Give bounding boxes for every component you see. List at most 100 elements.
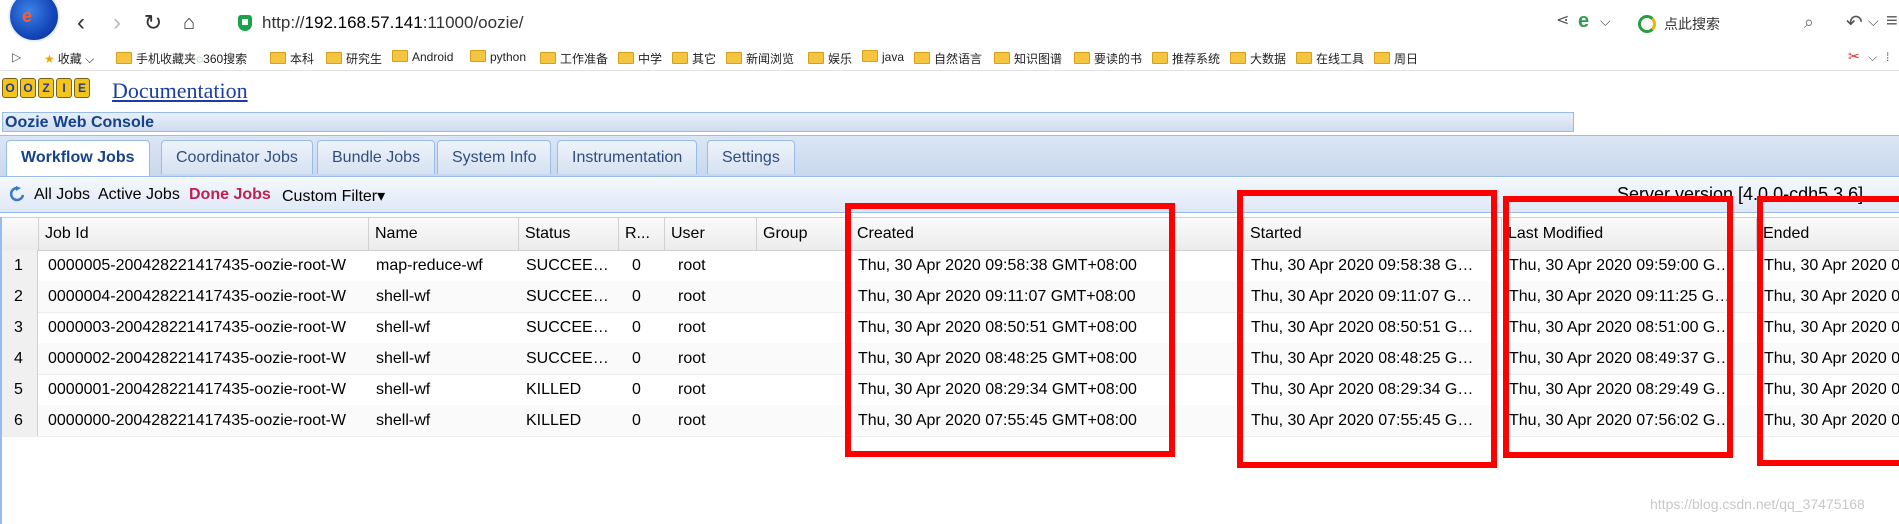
tab-coordinator-jobs[interactable]: Coordinator Jobs (161, 140, 313, 174)
cell-job-id: 0000005-200428221417435-oozie-root-W (48, 257, 346, 274)
cell-group (756, 312, 850, 343)
bookmark-item[interactable]: python (470, 50, 526, 64)
folder-icon (1152, 52, 1168, 64)
cell-group (756, 405, 850, 436)
search-engine-icon (1638, 15, 1656, 33)
documentation-link[interactable]: Documentation (112, 78, 248, 104)
bookmark-item[interactable]: 中学 (618, 50, 662, 67)
undo-dropdown-icon[interactable]: ⌵ (1868, 13, 1879, 30)
folder-icon (994, 52, 1010, 64)
grid-left-border (0, 217, 2, 524)
cell-group (756, 374, 850, 405)
undo-icon[interactable]: ↶ (1846, 10, 1863, 35)
cell-name: shell-wf (376, 319, 431, 336)
bookmark-item[interactable]: 推荐系统 (1152, 50, 1220, 67)
bookmark-item[interactable]: Android (392, 50, 453, 64)
bookmark-item[interactable]: 工作准备 (540, 50, 608, 67)
browser-logo-icon: e (8, 0, 60, 42)
bookmark-item[interactable]: ◌360搜索 (196, 50, 247, 67)
bookmark-item[interactable]: 新闻浏览 (726, 50, 794, 67)
tab-system-info[interactable]: System Info (437, 140, 552, 174)
column-header-name[interactable]: Name (368, 218, 518, 250)
annotation-box-started (1237, 190, 1497, 468)
filter-all-jobs[interactable]: All Jobs (34, 186, 90, 204)
bookmark-item[interactable]: 知识图谱 (994, 50, 1062, 67)
forward-icon[interactable]: › (104, 10, 130, 36)
column-header-job-id[interactable]: Job Id (38, 218, 368, 250)
cell-run: 0 (632, 319, 641, 336)
search-input[interactable]: 点此搜索 (1664, 14, 1720, 34)
address-bar[interactable]: http://192.168.57.141:11000/oozie/ (232, 9, 1542, 37)
cell-job-id: 0000000-200428221417435-oozie-root-W (48, 412, 346, 429)
cell-job-id: 0000004-200428221417435-oozie-root-W (48, 288, 346, 305)
bookmark-favorites[interactable]: ★ 收藏 ⌵ (44, 50, 94, 67)
row-number: 5 (0, 374, 38, 405)
custom-filter-dropdown[interactable]: Custom Filter▾ (282, 186, 385, 206)
filter-done-jobs[interactable]: Done Jobs (189, 186, 271, 204)
column-header-group[interactable]: Group (756, 218, 850, 250)
bookmarks-toggle-icon[interactable]: ▷ (12, 50, 21, 64)
more-icon[interactable]: ⁞ (1886, 50, 1889, 64)
filter-active-jobs[interactable]: Active Jobs (98, 186, 180, 204)
folder-icon (1230, 52, 1246, 64)
bookmark-item[interactable]: 研究生 (326, 50, 382, 67)
tab-settings[interactable]: Settings (707, 140, 795, 174)
search-icon[interactable]: ⌕ (1804, 12, 1814, 33)
cell-status: SUCCEEDED (526, 257, 618, 274)
row-number: 2 (0, 281, 38, 312)
folder-icon (270, 52, 286, 64)
menu-icon[interactable]: ≡ (1886, 10, 1898, 33)
share-icon[interactable]: ⋖ (1556, 10, 1569, 30)
bookmark-item[interactable]: 自然语言 (914, 50, 982, 67)
cell-status: KILLED (526, 412, 582, 429)
folder-icon (116, 52, 132, 64)
console-title: Oozie Web Console (2, 112, 1574, 132)
cell-status: SUCCEEDED (526, 350, 618, 367)
bookmark-item[interactable]: 周日 (1374, 50, 1418, 67)
cell-status: KILLED (526, 381, 582, 398)
bookmark-item[interactable]: 要读的书 (1074, 50, 1142, 67)
cell-user: root (678, 319, 706, 336)
cell-user: root (678, 412, 706, 429)
column-header-user[interactable]: User (664, 218, 756, 250)
cell-group (756, 250, 850, 281)
tab-bundle-jobs[interactable]: Bundle Jobs (317, 140, 436, 174)
bookmark-item[interactable]: 大数据 (1230, 50, 1286, 67)
annotation-box-ended (1757, 196, 1899, 466)
bookmark-item[interactable]: 手机收藏夹 (116, 50, 196, 67)
browser-toolbar: e ‹ › ↻ ⌂ http://192.168.57.141:11000/oo… (0, 0, 1899, 47)
bookmark-item[interactable]: 娱乐 (808, 50, 852, 67)
scissors-icon[interactable]: ✂ (1848, 48, 1860, 65)
reload-icon[interactable]: ↻ (140, 10, 166, 36)
url-rest: :11000/oozie/ (422, 13, 524, 32)
home-icon[interactable]: ⌂ (176, 10, 202, 36)
cell-status: SUCCEEDED (526, 288, 618, 305)
cell-run: 0 (632, 350, 641, 367)
folder-icon (392, 50, 408, 62)
cell-group (756, 281, 850, 312)
url-host: 192.168.57.141 (304, 13, 423, 32)
bookmark-item[interactable]: 其它 (672, 50, 716, 67)
tab-instrumentation[interactable]: Instrumentation (557, 140, 698, 174)
search-box[interactable]: 点此搜索 ⌕ (1628, 9, 1818, 37)
bookmark-item[interactable]: 本科 (270, 50, 314, 67)
folder-icon (470, 50, 486, 62)
tab-workflow-jobs[interactable]: Workflow Jobs (6, 140, 150, 176)
column-header-status[interactable]: Status (518, 218, 618, 250)
tab-strip: Workflow Jobs Coordinator Jobs Bundle Jo… (0, 135, 1899, 177)
row-number: 6 (0, 405, 38, 436)
cell-run: 0 (632, 288, 641, 305)
column-header-run[interactable]: R... (618, 218, 664, 250)
annotation-box-created (845, 203, 1175, 457)
refresh-icon[interactable] (10, 186, 24, 204)
bookmark-item[interactable]: 在线工具 (1296, 50, 1364, 67)
ie-mode-icon[interactable]: e (1578, 10, 1589, 33)
back-icon[interactable]: ‹ (68, 10, 94, 36)
folder-icon (1074, 52, 1090, 64)
row-number: 1 (0, 250, 38, 281)
bookmark-item[interactable]: java (862, 50, 904, 64)
secure-shield-icon (238, 15, 252, 31)
folder-icon (1374, 52, 1390, 64)
scissors-dropdown-icon[interactable]: ⌵ (1868, 50, 1877, 65)
mode-dropdown-icon[interactable]: ⌵ (1600, 13, 1611, 30)
